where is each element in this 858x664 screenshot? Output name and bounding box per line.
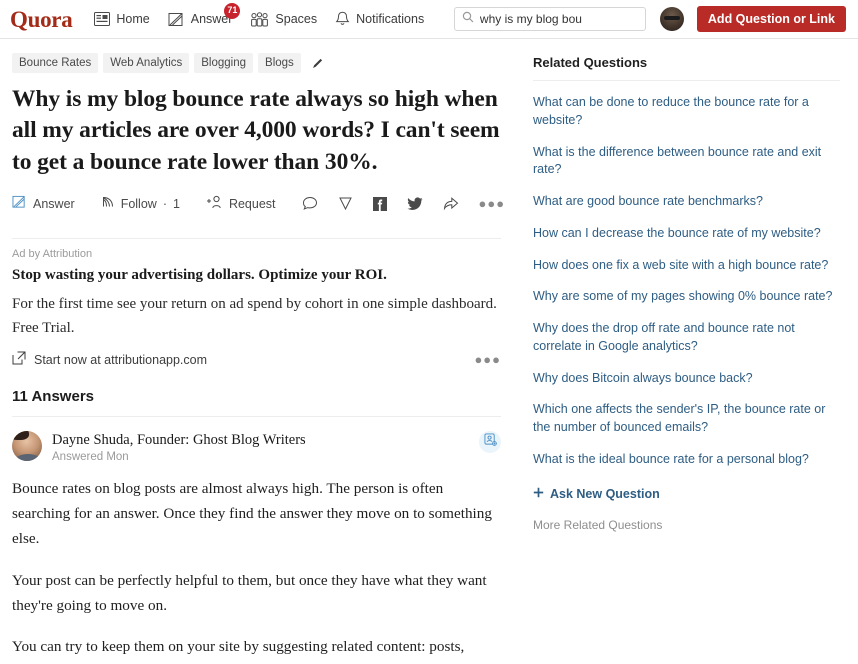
add-question-or-link-button[interactable]: Add Question or Link <box>696 6 846 32</box>
nav-item-notifications[interactable]: Notifications <box>335 11 424 27</box>
related-question-link[interactable]: What is the difference between bounce ra… <box>533 144 840 180</box>
topic-pill-blogs[interactable]: Blogs <box>258 53 301 73</box>
topic-pill-bounce-rates[interactable]: Bounce Rates <box>12 53 99 73</box>
ad-cta-link[interactable]: Start now at attributionapp.com <box>12 351 207 368</box>
follow-rss-icon <box>101 195 115 212</box>
answer-button[interactable]: Answer <box>12 195 75 212</box>
follow-button-label: Follow <box>120 196 157 211</box>
related-question-link[interactable]: How does one fix a web site with a high … <box>533 257 840 275</box>
topic-pill-web-analytics[interactable]: Web Analytics <box>103 53 190 73</box>
related-question-link[interactable]: What can be done to reduce the bounce ra… <box>533 94 840 130</box>
request-person-add-icon <box>206 195 223 212</box>
nav-item-spaces[interactable]: Spaces <box>250 11 318 27</box>
nav-label-spaces: Spaces <box>275 11 318 26</box>
request-button[interactable]: Request <box>206 195 276 212</box>
search-input[interactable] <box>479 12 638 26</box>
answer-button-label: Answer <box>33 196 75 211</box>
bell-icon <box>335 11 350 27</box>
related-questions-sidebar: Related Questions What can be done to re… <box>523 39 858 664</box>
related-question-link[interactable]: How can I decrease the bounce rate of my… <box>533 225 840 243</box>
answer-pencil-icon <box>12 195 27 212</box>
share-actions: ●●● <box>302 196 506 211</box>
pencil-icon[interactable] <box>311 57 324 70</box>
follow-count: 1 <box>172 196 180 211</box>
ask-new-question-label: Ask New Question <box>550 486 660 501</box>
avatar[interactable] <box>659 7 684 31</box>
topic-pill-blogging[interactable]: Blogging <box>194 53 254 73</box>
search-icon <box>462 10 474 28</box>
nav-label-home: Home <box>116 11 150 26</box>
nav-item-home[interactable]: Home <box>94 11 150 26</box>
ad-label: Ad by Attribution <box>12 247 93 260</box>
facebook-icon[interactable] <box>372 196 387 211</box>
main-column: Bounce Rates Web Analytics Blogging Blog… <box>0 39 523 664</box>
related-question-link[interactable]: Why does Bitcoin always bounce back? <box>533 370 840 388</box>
spaces-group-icon <box>250 11 269 27</box>
related-question-link[interactable]: What is the ideal bounce rate for a pers… <box>533 451 840 469</box>
sidebar-title: Related Questions <box>533 55 648 70</box>
related-question-link[interactable]: Why are some of my pages showing 0% boun… <box>533 288 840 306</box>
author-avatar[interactable] <box>12 431 42 462</box>
ad-body: For the first time see your return on ad… <box>12 295 497 337</box>
follow-user-icon <box>483 433 497 451</box>
page-title: Why is my blog bounce rate always so hig… <box>12 86 500 175</box>
ask-new-question-button[interactable]: Ask New Question <box>533 487 840 501</box>
advertisement: Ad by Attribution Stop wasting your adve… <box>12 237 501 369</box>
search-box[interactable] <box>453 7 646 31</box>
answer-timestamp: Answered Mon <box>52 451 129 464</box>
related-question-link[interactable]: Which one affects the sender's IP, the b… <box>533 401 840 437</box>
nav-label-notifications: Notifications <box>356 11 425 26</box>
more-options-icon[interactable]: ●●● <box>479 197 506 210</box>
external-link-icon <box>12 351 26 368</box>
ad-cta-label: Start now at attributionapp.com <box>34 352 208 367</box>
answers-count: 11 Answers <box>12 388 94 406</box>
sidebar-divider <box>533 80 840 81</box>
answer-body: Bounce rates on blog posts are almost al… <box>12 477 501 664</box>
follow-separator: · <box>162 196 167 211</box>
share-icon[interactable] <box>443 196 459 211</box>
follow-user-button[interactable] <box>479 431 501 454</box>
answer-notification-badge: 71 <box>224 2 241 19</box>
top-navigation-bar: Quora Home Answer 71 Spaces Notification… <box>0 0 858 39</box>
more-related-questions-link[interactable]: More Related Questions <box>533 518 840 532</box>
related-question-link[interactable]: What are good bounce rate benchmarks? <box>533 193 840 211</box>
question-action-bar: Answer Follow · 1 Request ●●● <box>12 192 504 216</box>
quora-logo[interactable]: Quora <box>10 8 73 31</box>
answer-paragraph: You can try to keep them on your site by… <box>12 638 492 664</box>
topic-pill-list: Bounce Rates Web Analytics Blogging Blog… <box>12 53 501 73</box>
downvote-icon[interactable] <box>338 196 353 211</box>
request-button-label: Request <box>228 196 276 211</box>
comment-icon[interactable] <box>302 196 318 211</box>
nav-item-answer[interactable]: Answer 71 <box>168 2 241 27</box>
answers-divider <box>12 416 501 418</box>
ad-more-options-icon[interactable]: ●●● <box>474 353 501 366</box>
plus-icon <box>533 487 544 501</box>
answer-pencil-icon <box>168 12 185 27</box>
related-question-link[interactable]: Why does the drop off rate and bounce ra… <box>533 320 840 356</box>
twitter-icon[interactable] <box>407 197 423 211</box>
answer-author-row: Dayne Shuda, Founder: Ghost Blog Writers… <box>12 431 501 463</box>
answer-paragraph: Your post can be perfectly helpful to th… <box>12 571 487 614</box>
author-name[interactable]: Dayne Shuda, Founder: Ghost Blog Writers <box>52 431 306 449</box>
ad-headline[interactable]: Stop wasting your advertising dollars. O… <box>12 267 501 284</box>
ad-footer-row: Start now at attributionapp.com ●●● <box>12 351 501 368</box>
follow-button[interactable]: Follow · 1 <box>101 195 180 212</box>
answer-paragraph: Bounce rates on blog posts are almost al… <box>12 480 492 547</box>
page-body: Bounce Rates Web Analytics Blogging Blog… <box>0 39 858 664</box>
home-feed-icon <box>94 12 111 26</box>
